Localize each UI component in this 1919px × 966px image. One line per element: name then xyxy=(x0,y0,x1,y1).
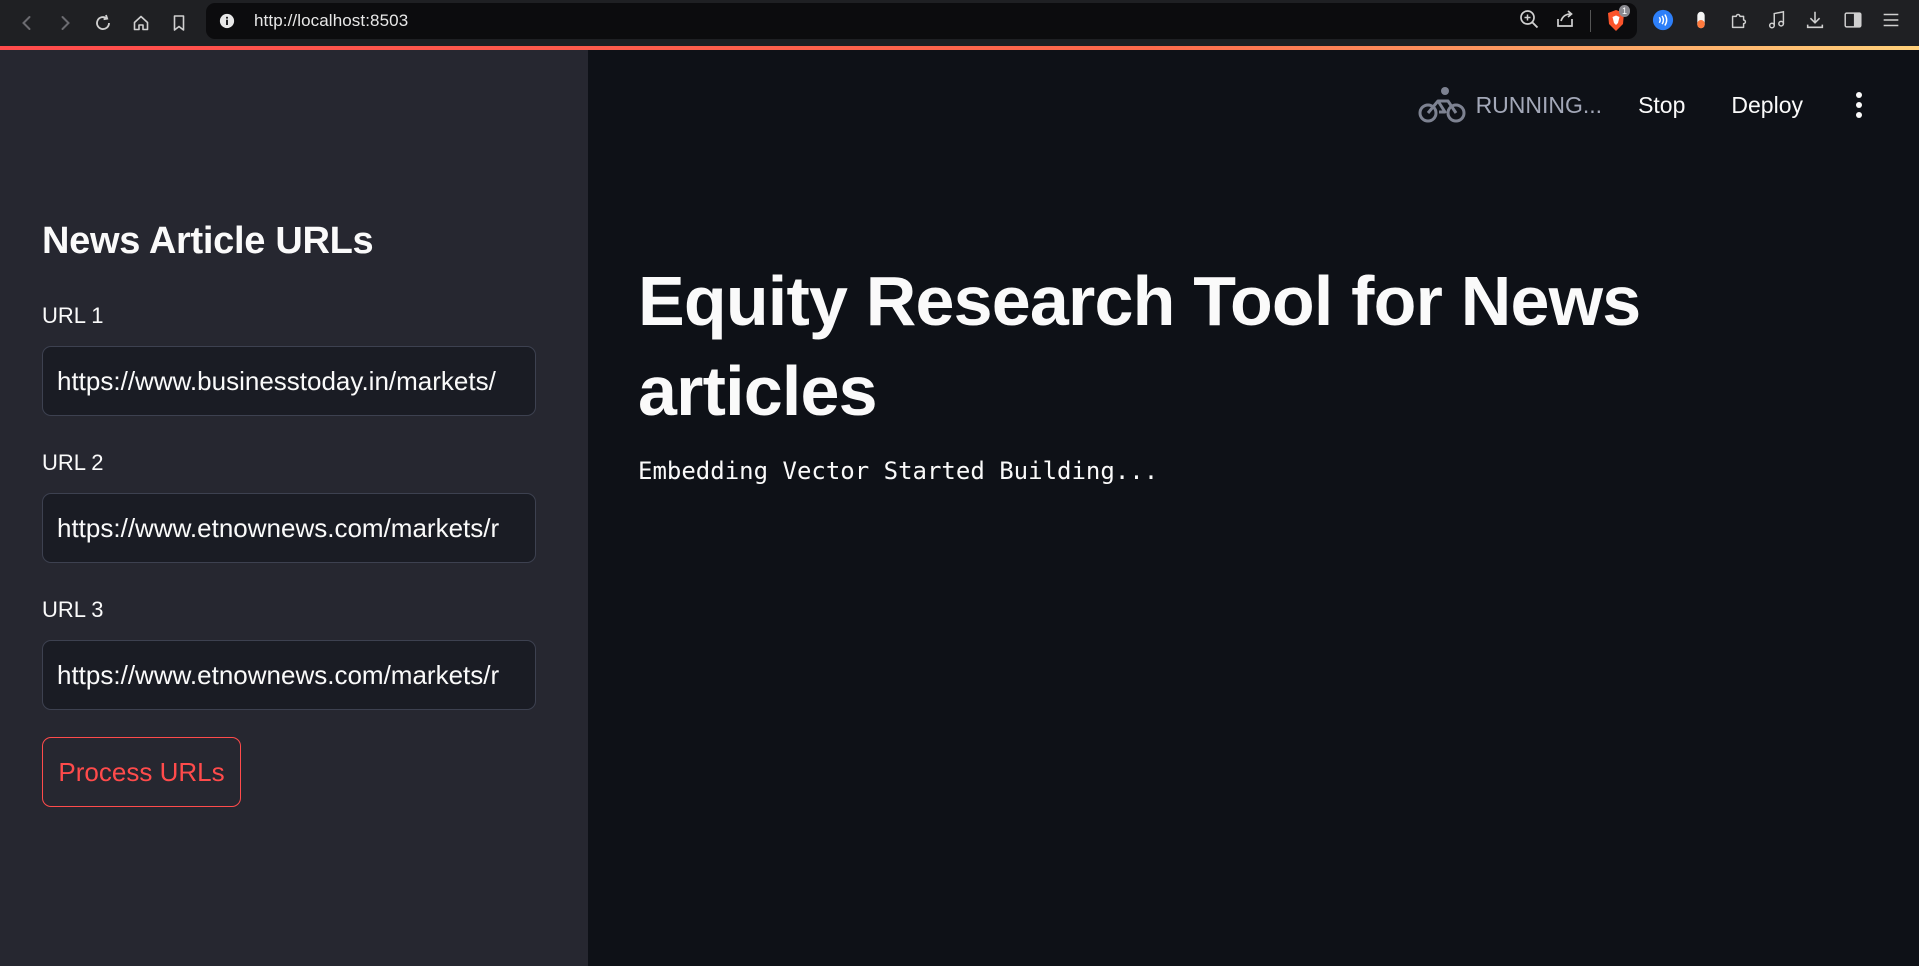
shields-badge: 1 xyxy=(1619,5,1631,17)
running-status-text: RUNNING... xyxy=(1475,91,1603,118)
forward-icon[interactable] xyxy=(46,4,84,42)
brave-shields-icon[interactable]: 1 xyxy=(1605,5,1631,33)
sidebar: News Article URLs URL 1 URL 2 URL 3 Proc… xyxy=(0,50,588,966)
zoom-icon[interactable] xyxy=(1518,8,1540,35)
back-icon[interactable] xyxy=(8,4,46,42)
browser-toolbar: http://localhost:8503 1 xyxy=(0,0,1919,46)
stop-button[interactable]: Stop xyxy=(1638,92,1685,119)
url-2-label: URL 2 xyxy=(42,450,104,475)
address-url[interactable]: http://localhost:8503 xyxy=(254,11,408,31)
extensions-bar xyxy=(1650,0,1904,40)
url-1-input[interactable] xyxy=(42,346,536,416)
running-status: RUNNING... xyxy=(1418,85,1603,125)
reload-icon[interactable] xyxy=(84,4,122,42)
home-icon[interactable] xyxy=(122,4,160,42)
status-message: Embedding Vector Started Building... xyxy=(638,457,1159,485)
share-icon[interactable] xyxy=(1554,8,1576,35)
running-cyclist-icon xyxy=(1418,87,1466,123)
address-bar[interactable]: http://localhost:8503 1 xyxy=(206,3,1637,39)
main-content: RUNNING... Stop Deploy Equity Research T… xyxy=(588,50,1919,966)
extension-audio-icon[interactable] xyxy=(1650,7,1676,33)
sidebar-toggle-icon[interactable] xyxy=(1840,7,1866,33)
main-menu-icon[interactable] xyxy=(1849,85,1869,125)
site-info-icon[interactable] xyxy=(218,12,236,30)
extension-capsule-icon[interactable] xyxy=(1688,7,1714,33)
extensions-puzzle-icon[interactable] xyxy=(1726,7,1752,33)
url-3-label: URL 3 xyxy=(42,597,104,622)
url-3-input[interactable] xyxy=(42,640,536,710)
toolbar-separator xyxy=(1590,10,1591,32)
media-music-icon[interactable] xyxy=(1764,7,1790,33)
download-icon[interactable] xyxy=(1802,7,1828,33)
sidebar-heading: News Article URLs xyxy=(42,220,374,262)
app-header: RUNNING... Stop Deploy xyxy=(1418,85,1919,125)
browser-menu-icon[interactable] xyxy=(1878,7,1904,33)
url-1-label: URL 1 xyxy=(42,303,104,328)
deploy-button[interactable]: Deploy xyxy=(1731,92,1803,119)
bookmark-icon[interactable] xyxy=(160,4,198,42)
url-2-input[interactable] xyxy=(42,493,536,563)
page-title: Equity Research Tool for News articles xyxy=(638,262,1641,430)
process-urls-button[interactable]: Process URLs xyxy=(42,737,241,807)
